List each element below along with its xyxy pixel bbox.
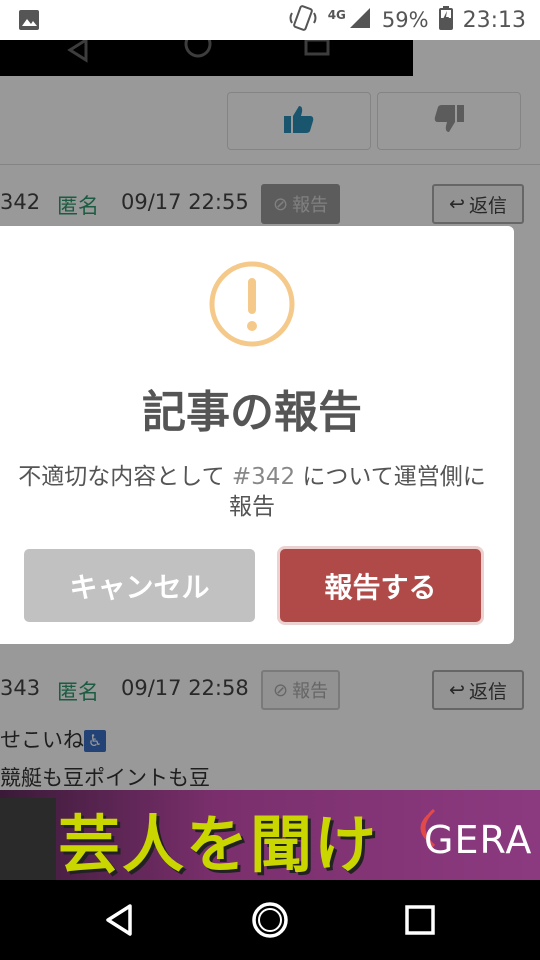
vibrate-icon: [288, 4, 318, 36]
confirm-report-button[interactable]: 報告する: [280, 549, 481, 622]
ad-banner[interactable]: 芸人を聞け GERA: [0, 790, 540, 880]
battery-percent: 59%: [381, 8, 429, 32]
dialog-comment-ref: #342: [231, 464, 296, 490]
network-type-label: 4G: [327, 8, 346, 22]
cancel-button[interactable]: キャンセル: [24, 549, 255, 622]
gallery-notification-icon: [18, 9, 40, 36]
ad-headline: 芸人を聞け: [58, 808, 379, 880]
back-icon[interactable]: [100, 900, 140, 940]
clock: 23:13: [462, 7, 526, 33]
warning-icon: [208, 260, 295, 347]
ad-photo: [0, 798, 56, 880]
dialog-title: 記事の報告: [142, 387, 362, 438]
recents-icon[interactable]: [400, 900, 440, 940]
signal-icon: [348, 6, 372, 35]
status-bar: 4G 59% 23:13: [0, 0, 540, 40]
report-dialog: 記事の報告 不適切な内容として #342 について運営側に報告 キャンセル 報告…: [0, 226, 514, 644]
home-icon[interactable]: [250, 900, 290, 940]
system-nav-bar: [0, 880, 540, 960]
ad-brand: GERA: [424, 818, 533, 862]
battery-charging-icon: [438, 5, 453, 35]
dialog-message-start: 不適切な内容として: [18, 464, 225, 490]
dialog-message: 不適切な内容として #342 について運営側に報告: [10, 462, 494, 522]
